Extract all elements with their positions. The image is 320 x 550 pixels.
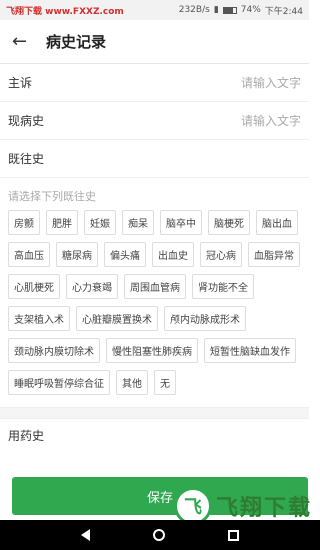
- history-tag[interactable]: 心脏瓣膜置换术: [76, 306, 158, 331]
- medication-history-label: 用药史: [8, 429, 45, 443]
- history-tag[interactable]: 房颤: [8, 210, 40, 235]
- history-tag[interactable]: 脑出血: [256, 210, 298, 235]
- history-tag[interactable]: 颅内动脉成形术: [164, 306, 246, 331]
- history-tag[interactable]: 睡眠呼吸暂停综合征: [8, 370, 110, 395]
- history-tag[interactable]: 慢性阻塞性肺疾病: [106, 338, 198, 363]
- history-tag[interactable]: 心力衰竭: [66, 274, 118, 299]
- past-history-row: 既往史: [0, 140, 309, 178]
- chief-complaint-label: 主诉: [8, 76, 33, 90]
- history-tag[interactable]: 肾功能不全: [192, 274, 254, 299]
- history-tag[interactable]: 肥胖: [46, 210, 78, 235]
- history-tag[interactable]: 高血压: [8, 242, 50, 267]
- past-history-hint: 请选择下列既往史: [8, 190, 96, 203]
- history-tag[interactable]: 短暂性脑缺血发作: [204, 338, 296, 363]
- watermark-text: 飞翔下载: [215, 496, 312, 521]
- history-tag[interactable]: 脑梗死: [208, 210, 250, 235]
- history-tag[interactable]: 颈动脉内膜切除术: [8, 338, 100, 363]
- history-tag[interactable]: 偏头痛: [104, 242, 146, 267]
- section-divider: [0, 407, 309, 419]
- history-tag[interactable]: 糖尿病: [56, 242, 98, 267]
- history-tag[interactable]: 冠心病: [200, 242, 242, 267]
- app-header: ← 病史记录: [0, 20, 309, 64]
- history-tag[interactable]: 无: [154, 370, 176, 395]
- status-source-label: 飞翔下载 www.FXXZ.com: [6, 6, 124, 17]
- status-indicators: 232B/s ▮ 74% 下午2:44: [179, 4, 303, 17]
- history-tag[interactable]: 其他: [116, 370, 148, 395]
- nav-back-icon[interactable]: [81, 529, 91, 541]
- present-illness-label: 现病史: [8, 114, 45, 128]
- clock: 下午2:44: [264, 6, 303, 17]
- system-nav-bar: [0, 520, 320, 550]
- history-tag[interactable]: 心肌梗死: [8, 274, 60, 299]
- nav-home-icon[interactable]: [152, 529, 165, 541]
- present-illness-row: 现病史: [0, 102, 309, 140]
- history-tag[interactable]: 脑卒中: [160, 210, 202, 235]
- history-tag[interactable]: 周围血管病: [124, 274, 186, 299]
- history-tag[interactable]: 血脂异常: [248, 242, 300, 267]
- past-history-tags: 房颤 肥胖 妊娠 痴呆 脑卒中 脑梗死 脑出血高血压 糖尿病 偏头痛 出血史 冠心病 血脂异常心肌梗死…: [0, 210, 309, 395]
- present-illness-input[interactable]: [181, 113, 301, 128]
- network-speed: 232B/s: [178, 5, 210, 15]
- past-history-label: 既往史: [8, 152, 45, 166]
- status-bar: 飞翔下载 www.FXXZ.com 232B/s ▮ 74% 下午2:44: [0, 0, 309, 20]
- history-tag[interactable]: 痴呆: [122, 210, 154, 235]
- battery-percent: 74%: [240, 5, 261, 15]
- chief-complaint-row: 主诉: [0, 64, 309, 102]
- chief-complaint-input[interactable]: [181, 75, 301, 90]
- nav-recent-icon[interactable]: [227, 529, 239, 541]
- page-title: 病史记录: [46, 33, 107, 51]
- signal-icon: ▮: [213, 5, 219, 15]
- history-tag[interactable]: 出血史: [152, 242, 194, 267]
- history-tag[interactable]: 妊娠: [84, 210, 116, 235]
- back-arrow-icon[interactable]: ←: [12, 31, 40, 52]
- battery-icon: [222, 6, 237, 14]
- history-tag[interactable]: 支架植入术: [8, 306, 70, 331]
